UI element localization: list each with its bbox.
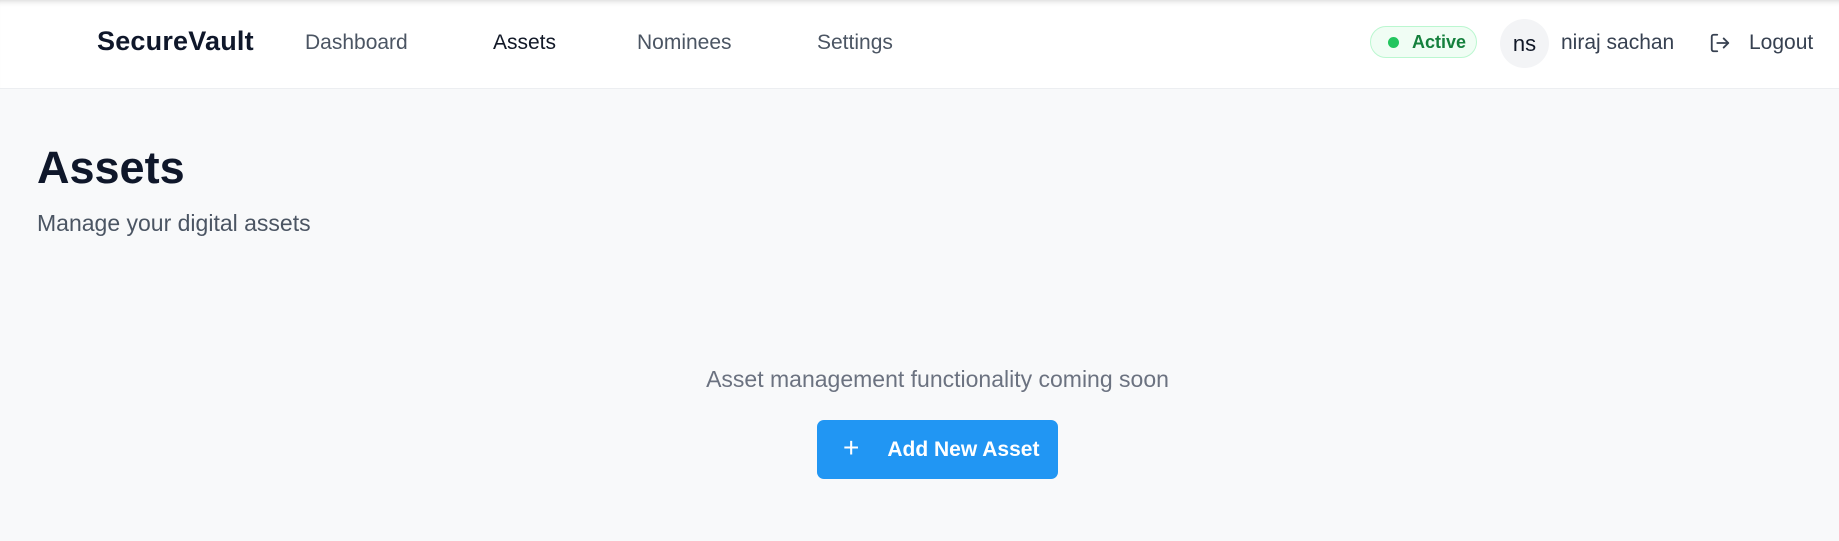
page-title: Assets [37,142,185,193]
logout-button[interactable]: Logout [1709,28,1813,58]
plus-icon: + [843,432,860,463]
add-new-asset-button[interactable]: + Add New Asset [817,420,1058,479]
brand-logo[interactable]: SecureVault [97,26,254,57]
empty-state-message: Asset management functionality coming so… [706,366,1169,392]
logout-icon [1709,32,1731,54]
page-subtitle: Manage your digital assets [37,210,311,236]
nav-dashboard[interactable]: Dashboard [305,31,408,55]
avatar[interactable]: ns [1500,19,1549,68]
nav-settings[interactable]: Settings [817,31,893,55]
nav-nominees[interactable]: Nominees [637,31,732,55]
user-name: niraj sachan [1561,31,1675,54]
status-dot-icon [1388,36,1399,48]
status-badge: Active [1370,26,1477,58]
add-new-asset-label: Add New Asset [887,437,1040,461]
top-navigation-bar: SecureVault Dashboard Assets Nominees Se… [0,0,1839,89]
logout-label: Logout [1749,31,1814,54]
status-label: Active [1412,31,1467,52]
nav-assets[interactable]: Assets [493,31,556,55]
